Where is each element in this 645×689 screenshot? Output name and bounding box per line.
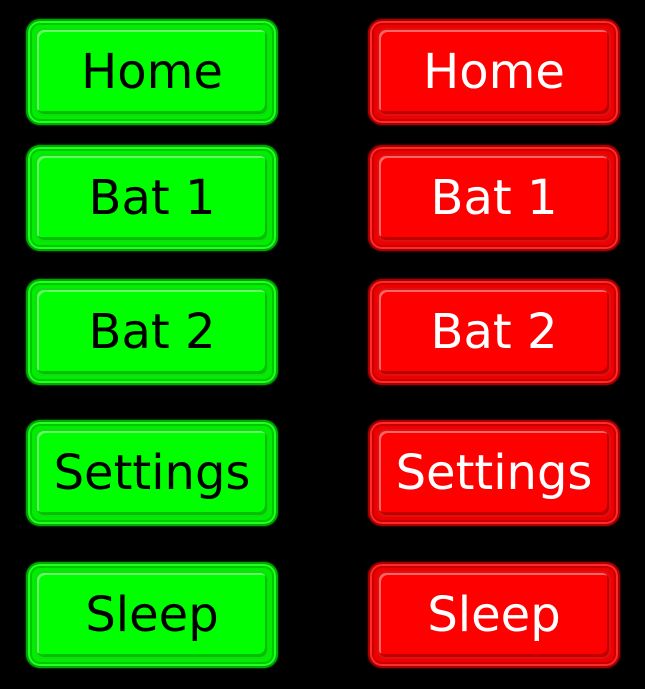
red-home-button[interactable]: Home [368,19,620,125]
green-bat1-label: Bat 1 [88,170,216,226]
green-home-button[interactable]: Home [26,19,278,125]
green-bat2-label: Bat 2 [88,304,216,360]
green-sleep-label: Sleep [85,587,219,643]
red-button-column: Home Bat 1 Bat 2 Settings Sleep [368,0,620,689]
green-settings-label: Settings [53,445,251,501]
green-bat1-button[interactable]: Bat 1 [26,145,278,251]
red-bat1-label: Bat 1 [430,170,558,226]
red-bat2-button[interactable]: Bat 2 [368,279,620,385]
green-sleep-button[interactable]: Sleep [26,562,278,668]
green-settings-button[interactable]: Settings [26,420,278,526]
red-home-label: Home [423,44,565,100]
red-settings-label: Settings [395,445,593,501]
red-settings-button[interactable]: Settings [368,420,620,526]
green-bat2-button[interactable]: Bat 2 [26,279,278,385]
green-home-label: Home [81,44,223,100]
red-sleep-button[interactable]: Sleep [368,562,620,668]
green-button-column: Home Bat 1 Bat 2 Settings Sleep [26,0,278,689]
red-bat1-button[interactable]: Bat 1 [368,145,620,251]
red-bat2-label: Bat 2 [430,304,558,360]
red-sleep-label: Sleep [427,587,561,643]
